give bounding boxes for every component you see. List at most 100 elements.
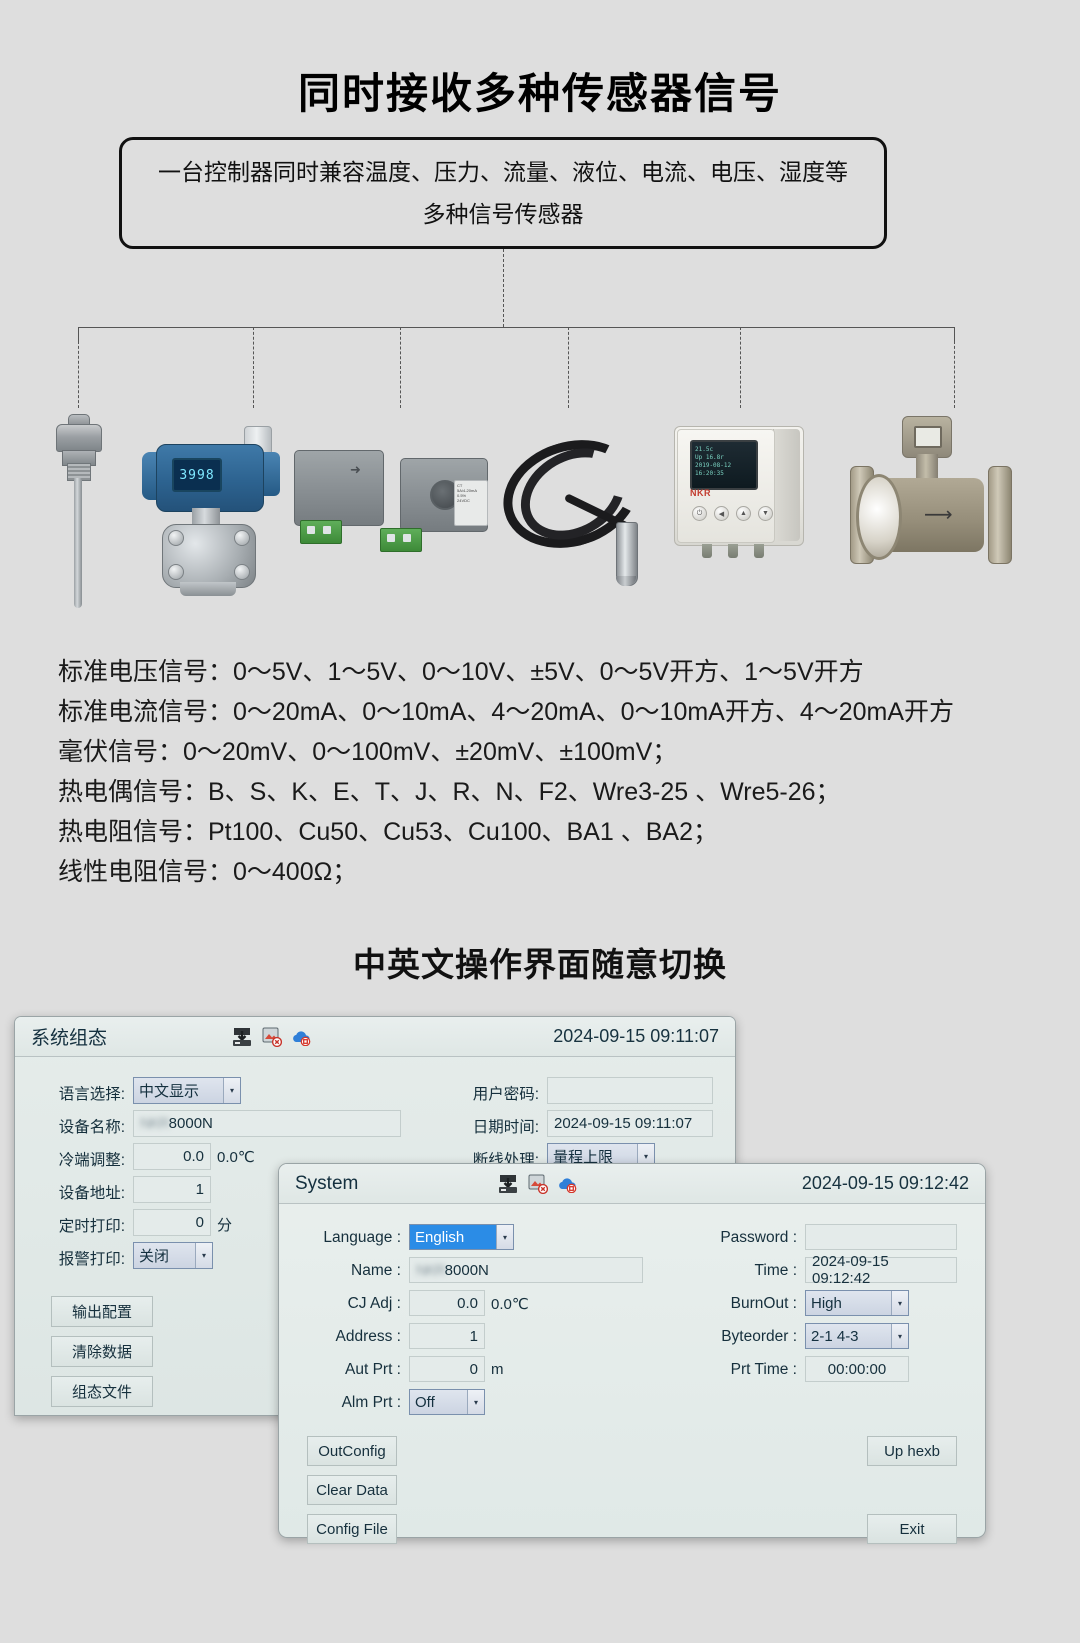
save-icon[interactable]	[231, 1027, 253, 1047]
chevron-down-icon[interactable]: ▾	[891, 1324, 908, 1348]
input-address[interactable]: 1	[409, 1323, 485, 1349]
probe-rod	[74, 478, 82, 608]
spec-thermocouple: 热电偶信号：B、S、K、E、T、J、R、N、F2、Wre3-25 、Wre5-2…	[58, 778, 841, 806]
hmi-panel-english: System 2024-09-15 09:12:42 Language: En…	[278, 1163, 986, 1544]
input-device-name[interactable]: NKR 8000N	[133, 1110, 401, 1137]
connector-branch-6	[954, 327, 955, 341]
button-config-file[interactable]: 组态文件	[51, 1376, 153, 1407]
spec-current: 标准电流信号：0～20mA、0～10mA、4～20mA、0～10mA开方、4～2…	[58, 698, 955, 726]
device-pressure-transmitter: 3998	[128, 408, 303, 608]
button-exit-label: Exit	[899, 1520, 925, 1538]
combo-alm-prt[interactable]: Off ▾	[409, 1389, 485, 1415]
input-datetime[interactable]: 2024-09-15 09:11:07	[547, 1110, 713, 1137]
input-cj-adjust[interactable]: 0.0	[133, 1143, 211, 1170]
button-clear-data-label: Clear Data	[316, 1481, 388, 1499]
combo-language[interactable]: English ▾	[409, 1224, 514, 1250]
controller-button-up[interactable]: ▲	[736, 506, 751, 521]
combo-alm-prt-value: Off	[415, 1393, 435, 1411]
label-name: Name :	[351, 1262, 401, 1279]
controller-button-set[interactable]: ⏻	[692, 506, 707, 521]
input-aut-prt[interactable]: 0	[409, 1356, 485, 1382]
combo-alarm-print[interactable]: 关闭 ▾	[133, 1242, 213, 1269]
chevron-down-icon[interactable]: ▾	[891, 1291, 908, 1315]
label-time: Time :	[754, 1262, 797, 1279]
controller-button-down[interactable]: ▼	[758, 506, 773, 521]
button-output-config-label: 输出配置	[71, 1304, 132, 1321]
label-language: Language :	[323, 1229, 401, 1246]
controller-button-left[interactable]: ◀	[714, 506, 729, 521]
description-box: 一台控制器同时兼容温度、压力、流量、液位、电流、电压、湿度等 多种信号传感器	[119, 137, 887, 249]
controller-screen-line-1: 21.5c	[695, 446, 714, 453]
combo-byteorder[interactable]: 2-1 4-3 ▾	[805, 1323, 909, 1349]
combo-alarm-print-value: 关闭	[139, 1248, 170, 1265]
signal-spec-list: 标准电压信号：0～5V、1～5V、0～10V、±5V、0～5V开方、1～5V开方…	[58, 652, 1048, 892]
label-device-address: 设备地址:	[58, 1185, 125, 1202]
cable-gland	[702, 544, 712, 558]
label-prt-time: Prt Time :	[730, 1361, 797, 1378]
button-config-file[interactable]: Config File	[307, 1514, 397, 1544]
input-time[interactable]: 2024-09-15 09:12:42	[805, 1253, 957, 1287]
controller-side-panel	[773, 429, 800, 541]
input-name-value: 8000N	[444, 1261, 489, 1279]
cloud-error-icon[interactable]	[557, 1176, 577, 1193]
save-icon[interactable]	[497, 1174, 519, 1194]
input-cj-adjust-value: 0.0	[183, 1148, 204, 1165]
input-timed-print[interactable]: 0	[133, 1209, 211, 1236]
button-output-config[interactable]: 输出配置	[51, 1296, 153, 1327]
label-alarm-print: 报警打印:	[58, 1251, 125, 1268]
suffix-aut-prt: m	[491, 1361, 504, 1378]
label-burnout: BurnOut :	[730, 1295, 797, 1312]
spec-voltage: 标准电压信号：0～5V、1～5V、0～10V、±5V、0～5V开方、1～5V开方	[58, 658, 864, 686]
hmi-cn-title: 系统组态	[31, 1028, 108, 1049]
controller-screen-line-2: Up 16.8r	[695, 454, 724, 461]
flowmeter-neck	[916, 454, 938, 480]
input-cj-adj[interactable]: 0.0	[409, 1290, 485, 1316]
device-flow-meter: ⟶	[838, 408, 1038, 608]
button-up-hexb[interactable]: Up hexb	[867, 1436, 957, 1466]
label-aut-prt: Aut Prt :	[345, 1361, 401, 1378]
button-clear-data[interactable]: Clear Data	[307, 1475, 397, 1505]
cable-gland	[754, 544, 764, 558]
hmi-en-icon-group	[497, 1174, 577, 1194]
hmi-cn-clock: 2024-09-15 09:11:07	[553, 1026, 719, 1046]
label-timed-print: 定时打印:	[58, 1218, 125, 1235]
button-out-config[interactable]: OutConfig	[307, 1436, 397, 1466]
combo-language[interactable]: 中文显示 ▾	[133, 1077, 241, 1104]
transducer-terminal-1	[300, 520, 342, 544]
chevron-down-icon[interactable]: ▾	[467, 1390, 484, 1414]
device-current-transducer: ➜ CT 5A/4-20mA 0.5% 24VDC	[288, 440, 503, 570]
input-device-address-value: 1	[195, 1181, 204, 1198]
input-password[interactable]	[805, 1224, 957, 1250]
input-name[interactable]: NKR 8000N	[409, 1257, 643, 1283]
suffix-timed-print: 分	[217, 1217, 233, 1234]
input-device-address[interactable]: 1	[133, 1176, 211, 1203]
button-config-file-label: Config File	[316, 1520, 388, 1538]
chevron-down-icon[interactable]: ▾	[195, 1243, 212, 1268]
button-exit[interactable]: Exit	[867, 1514, 957, 1544]
connector-bus-horizontal	[78, 327, 954, 328]
input-device-name-value: 8000N	[168, 1115, 213, 1132]
transducer-label: CT 5A/4-20mA 0.5% 24VDC	[454, 480, 488, 526]
button-clear-data[interactable]: 清除数据	[51, 1336, 153, 1367]
connector-drop-4	[568, 327, 569, 408]
input-prt-time[interactable]: 00:00:00	[805, 1356, 909, 1382]
chevron-down-icon[interactable]: ▾	[496, 1225, 513, 1249]
image-error-icon[interactable]	[262, 1027, 283, 1047]
image-error-icon[interactable]	[528, 1174, 549, 1194]
cloud-error-icon[interactable]	[291, 1029, 311, 1046]
input-user-password[interactable]	[547, 1077, 713, 1104]
chevron-down-icon[interactable]: ▾	[223, 1078, 240, 1103]
transducer-terminal-2	[380, 528, 422, 552]
controller-screen: 21.5c Up 16.8r 2019-08-12 16:20:35	[690, 440, 758, 490]
transmitter-display: 3998	[172, 458, 222, 492]
label-cj-adj: CJ Adj :	[347, 1295, 401, 1312]
flange-bolt	[168, 564, 184, 580]
description-line-1: 一台控制器同时兼容温度、压力、流量、液位、电流、电压、湿度等	[158, 159, 848, 185]
connector-branch-1	[78, 327, 79, 341]
suffix-cj-adj: 0.0℃	[491, 1296, 529, 1313]
combo-burnout[interactable]: High ▾	[805, 1290, 909, 1316]
button-up-hexb-label: Up hexb	[884, 1442, 940, 1460]
label-cj-adjust: 冷端调整:	[58, 1152, 125, 1169]
flowmeter-flow-arrow-icon: ⟶	[924, 504, 953, 526]
input-time-value: 2024-09-15 09:12:42	[812, 1253, 889, 1287]
